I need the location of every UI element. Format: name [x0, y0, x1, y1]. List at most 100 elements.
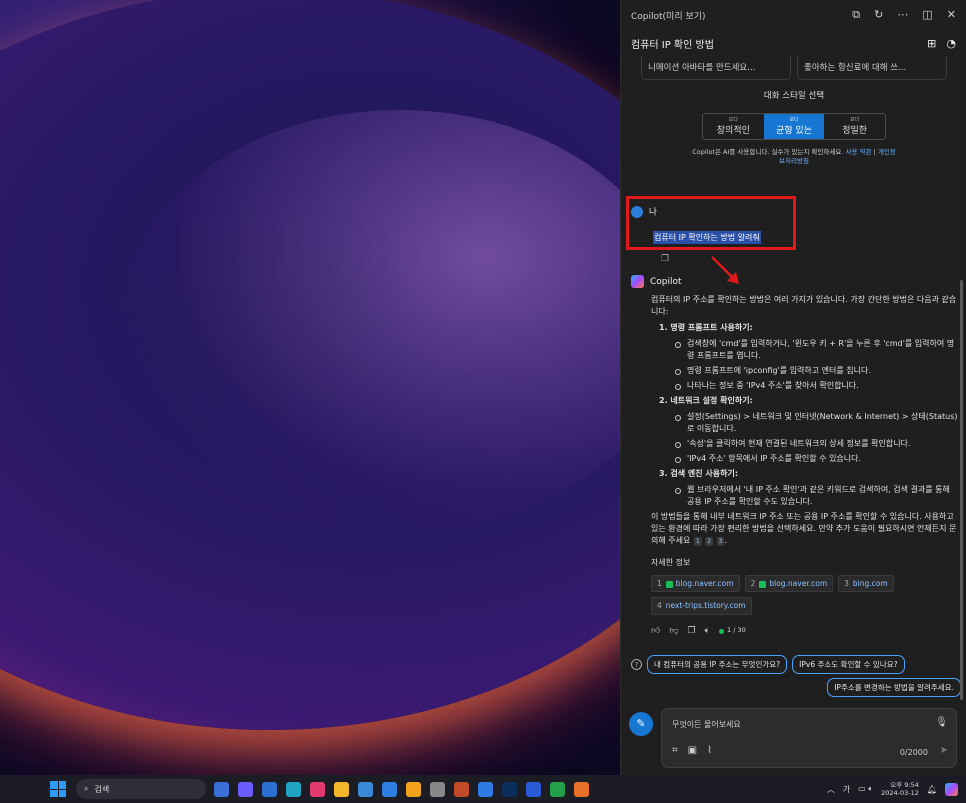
chat-scroll-area[interactable]: 니메이션 아바타를 만드세요... 좋아하는 항신료에 대해 쓰... 대화 스…: [621, 56, 966, 701]
word-icon[interactable]: [526, 781, 541, 797]
reference-link[interactable]: 1 blog.naver.com: [651, 575, 740, 593]
style-label: 균형 있는: [776, 126, 812, 136]
list-item: 명령 프롬프트에 'ipconfig'를 입력하고 엔터를 칩니다.: [675, 365, 959, 377]
start-button[interactable]: [50, 781, 66, 797]
read-aloud-icon[interactable]: 🔈︎: [705, 625, 710, 639]
reference-link[interactable]: 4 next-trips.tistory.com: [651, 597, 752, 615]
copilot-name: Copilot: [650, 276, 682, 287]
ref-label: blog.naver.com: [769, 579, 828, 588]
system-tray: ︿ 가 ▭ 🔈︎ 오후 9:54 2024-03-12 🔔︎: [827, 775, 958, 803]
chrome-icon[interactable]: [406, 781, 421, 797]
suggested-followups: ? 내 컴퓨터의 공용 IP 주소는 무엇인가요? IPv6 주소도 확인할 수…: [631, 655, 961, 701]
followup-button[interactable]: 내 컴퓨터의 공용 IP 주소는 무엇인가요?: [647, 655, 788, 674]
refresh-icon[interactable]: ↻: [874, 8, 883, 22]
copilot-taskbar-icon[interactable]: [945, 782, 958, 796]
new-topic-button[interactable]: ✎: [629, 712, 653, 736]
desktop-wallpaper: [0, 0, 620, 775]
notification-bell-icon[interactable]: 🔔︎: [927, 785, 937, 794]
app-icon[interactable]: [430, 781, 445, 797]
notepad-icon[interactable]: [358, 781, 373, 797]
app-icon[interactable]: [478, 781, 493, 797]
style-prefix: 보다: [850, 117, 860, 123]
screenshot-icon[interactable]: ⌗: [672, 745, 678, 756]
close-icon[interactable]: ✕: [947, 8, 956, 22]
disclaimer: Copilot은 AI를 사용합니다. 실수가 있는지 확인하세요. 사용 약관…: [692, 148, 896, 165]
citation-1[interactable]: 1: [693, 537, 702, 546]
lightroom-icon[interactable]: [502, 781, 517, 797]
plugins-icon[interactable]: ⊞: [927, 37, 936, 50]
status-dot-icon: [719, 628, 725, 634]
history-icon[interactable]: ◔: [946, 37, 956, 50]
copilot-answer: 컴퓨터의 IP 주소를 확인하는 방법은 여러 가지가 있습니다. 가장 간단한…: [651, 294, 959, 638]
scrollbar[interactable]: [960, 280, 963, 700]
ref-number: 4: [657, 601, 662, 611]
ref-label: blog.naver.com: [675, 579, 734, 588]
style-label: 정밀한: [842, 126, 868, 136]
image-icon[interactable]: ▣: [688, 745, 697, 756]
list-item: 웹 브라우저에서 '내 IP 주소 확인'과 같은 키워드로 검색하여, 검색 …: [675, 484, 959, 508]
ref-number: 1: [657, 579, 662, 588]
suggestion-card[interactable]: 니메이션 아바타를 만드세요...: [641, 56, 791, 80]
app-icon[interactable]: [382, 781, 397, 797]
more-icon[interactable]: ⋯: [897, 8, 908, 22]
section-title: 1. 명령 프롬프트 사용하기:: [659, 323, 753, 332]
followup-button[interactable]: IP주소를 변경하는 방법을 알려주세요.: [827, 678, 961, 697]
style-title: 대화 스타일 선택: [763, 91, 825, 101]
style-creative[interactable]: 보다 창의적인: [703, 114, 764, 139]
send-icon[interactable]: ➤: [940, 745, 948, 756]
reference-link[interactable]: 2 blog.naver.com: [744, 575, 834, 593]
citation-3[interactable]: 3: [716, 537, 725, 546]
taskbar-search[interactable]: ⌕ 검색: [76, 779, 206, 799]
terms-link[interactable]: 사용 약관: [846, 148, 872, 156]
firefox-icon[interactable]: [574, 781, 589, 797]
file-explorer-icon[interactable]: [334, 781, 349, 797]
style-balanced[interactable]: 보다 균형 있는: [763, 114, 825, 139]
thumbs-down-icon[interactable]: 👎︎: [669, 625, 678, 639]
ref-number: 3: [844, 579, 849, 588]
list-item: 검색창에 'cmd'를 입력하거나, '윈도우 키 + R'을 누른 후 'cm…: [675, 338, 959, 362]
window-title: Copilot(미리 보기): [631, 11, 706, 22]
citation-2[interactable]: 2: [705, 537, 714, 546]
copy-icon[interactable]: ❐: [661, 254, 669, 264]
list-item: 설정(Settings) > 네트워크 및 인터넷(Network & Inte…: [675, 411, 959, 435]
app-icon[interactable]: [550, 781, 565, 797]
suggestion-card[interactable]: 좋아하는 항신료에 대해 쓰...: [797, 56, 947, 80]
copy-icon[interactable]: ❐: [688, 625, 696, 639]
search-label: 검색: [94, 784, 110, 794]
user-message: 나 컴퓨터 IP 확인하는 방법 알려줘: [631, 201, 951, 244]
store-icon[interactable]: [262, 781, 277, 797]
edge-icon[interactable]: [286, 781, 301, 797]
suggestion-text: 니메이션 아바타를 만드세요...: [648, 63, 756, 73]
clock[interactable]: 오후 9:54 2024-03-12: [881, 781, 919, 797]
reference-link[interactable]: 3 bing.com: [838, 575, 894, 593]
list-item: 'IPv4 주소' 항목에서 IP 주소를 확인할 수 있습니다.: [675, 453, 959, 465]
answer-section: 1. 명령 프롬프트 사용하기: 검색창에 'cmd'를 입력하거나, '윈도우…: [651, 322, 959, 392]
reference-list: 1 blog.naver.com 2 blog.naver.com 3 bing.co…: [651, 575, 959, 615]
naver-favicon-icon: [759, 580, 767, 588]
ime-indicator[interactable]: 가: [843, 784, 850, 795]
answer-section: 3. 검색 엔진 사용하기: 웹 브라우저에서 '내 IP 주소 확인'과 같은…: [651, 468, 959, 508]
attach-icon[interactable]: ⌇: [707, 745, 712, 756]
conversation-title: 컴퓨터 IP 확인 방법: [631, 39, 714, 51]
copilot-header: Copilot: [631, 275, 682, 288]
list-item: 나타나는 정보 중 'IPv4 주소'를 찾아서 확인합니다.: [675, 380, 959, 392]
search-icon: ⌕: [84, 784, 89, 793]
thumbs-up-icon[interactable]: 👍︎: [651, 625, 660, 639]
microphone-icon[interactable]: 🎙︎: [935, 717, 948, 728]
user-avatar: [631, 205, 643, 218]
answer-section: 2. 네트워크 설정 확인하기: 설정(Settings) > 네트워크 및 인…: [651, 395, 959, 465]
app-icon[interactable]: [454, 781, 469, 797]
network-volume-icon[interactable]: ▭ 🔈︎: [858, 784, 873, 794]
style-precise[interactable]: 보다정밀한: [824, 114, 885, 139]
task-view-icon[interactable]: [214, 781, 229, 797]
clock-date: 2024-03-12: [881, 789, 919, 797]
composer: 무엇이든 물어보세요 🎙︎ ⌗ ▣ ⌇ 0/2000 ➤: [661, 708, 957, 768]
composer-input[interactable]: 무엇이든 물어보세요: [672, 719, 741, 730]
chat-app-icon[interactable]: [238, 781, 253, 797]
dock-icon[interactable]: ◫: [922, 8, 932, 22]
app-icon[interactable]: [310, 781, 325, 797]
style-label: 창의적인: [716, 126, 750, 136]
chevron-up-icon[interactable]: ︿: [827, 784, 835, 795]
followup-button[interactable]: IPv6 주소도 확인할 수 있나요?: [792, 655, 905, 674]
open-external-icon[interactable]: ⧉: [852, 8, 860, 22]
